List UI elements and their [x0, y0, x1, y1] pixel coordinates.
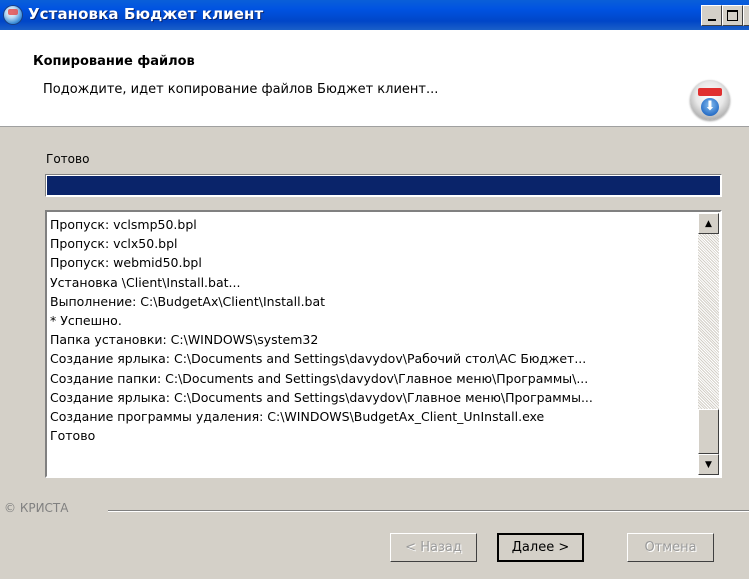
log-line: Создание ярлыка: C:\Documents and Settin…: [50, 389, 593, 405]
minimize-button[interactable]: [701, 5, 722, 26]
log-list: Пропуск: vclsmp50.bpl Пропуск: vclx50.bp…: [50, 215, 698, 474]
log-line: Создание ярлыка: C:\Documents and Settin…: [50, 351, 587, 367]
log-line: Готово: [50, 428, 96, 444]
log-line: Создание программы удаления: C:\WINDOWS\…: [50, 409, 545, 425]
arrow-up-icon: ▲: [705, 218, 712, 229]
status-label: Готово: [46, 152, 90, 166]
back-button[interactable]: < Назад: [390, 533, 477, 562]
progress-bar: [45, 174, 722, 197]
log-line: Папка установки: C:\WINDOWS\system32: [50, 332, 319, 348]
log-line: Пропуск: vclx50.bpl: [50, 236, 178, 252]
separator-line: [108, 510, 749, 512]
cancel-button[interactable]: Отмена: [627, 533, 714, 562]
log-line: * Успешно.: [50, 313, 122, 329]
installer-globe-icon: [4, 6, 22, 24]
log-line: Создание папки: C:\Documents and Setting…: [50, 370, 589, 386]
log-scrollbar[interactable]: ▲ ▼: [698, 213, 719, 475]
scroll-thumb[interactable]: [698, 409, 719, 454]
brand-label: © КРИСТА: [4, 501, 69, 515]
details-log[interactable]: Пропуск: vclsmp50.bpl Пропуск: vclx50.bp…: [45, 210, 722, 478]
maximize-icon: [727, 10, 738, 21]
scroll-up-button[interactable]: ▲: [698, 213, 719, 234]
log-line: Установка \Client\Install.bat...: [50, 274, 241, 290]
log-line: Выполнение: C:\BudgetAx\Client\Install.b…: [50, 293, 326, 309]
log-line: Пропуск: vclsmp50.bpl: [50, 217, 197, 232]
page-subtitle: Подождите, идет копирование файлов Бюдже…: [43, 82, 439, 97]
scroll-down-button[interactable]: ▼: [698, 454, 719, 475]
install-disc-icon: ⬇: [690, 80, 730, 120]
download-arrow-icon: ⬇: [701, 98, 719, 116]
progress-fill: [47, 176, 720, 195]
next-button[interactable]: Далее >: [497, 533, 584, 562]
log-line: Пропуск: webmid50.bpl: [50, 255, 202, 271]
maximize-button[interactable]: [722, 5, 743, 26]
arrow-down-icon: ▼: [705, 459, 712, 470]
minimize-icon: [707, 18, 716, 21]
title-bar[interactable]: Установка Бюджет клиент ✕: [0, 0, 749, 30]
window-title: Установка Бюджет клиент: [28, 5, 264, 23]
close-button[interactable]: ✕: [743, 5, 749, 26]
wizard-header: Копирование файлов Подождите, идет копир…: [0, 30, 749, 127]
badge-icon: [698, 88, 722, 96]
page-title: Копирование файлов: [33, 54, 195, 69]
